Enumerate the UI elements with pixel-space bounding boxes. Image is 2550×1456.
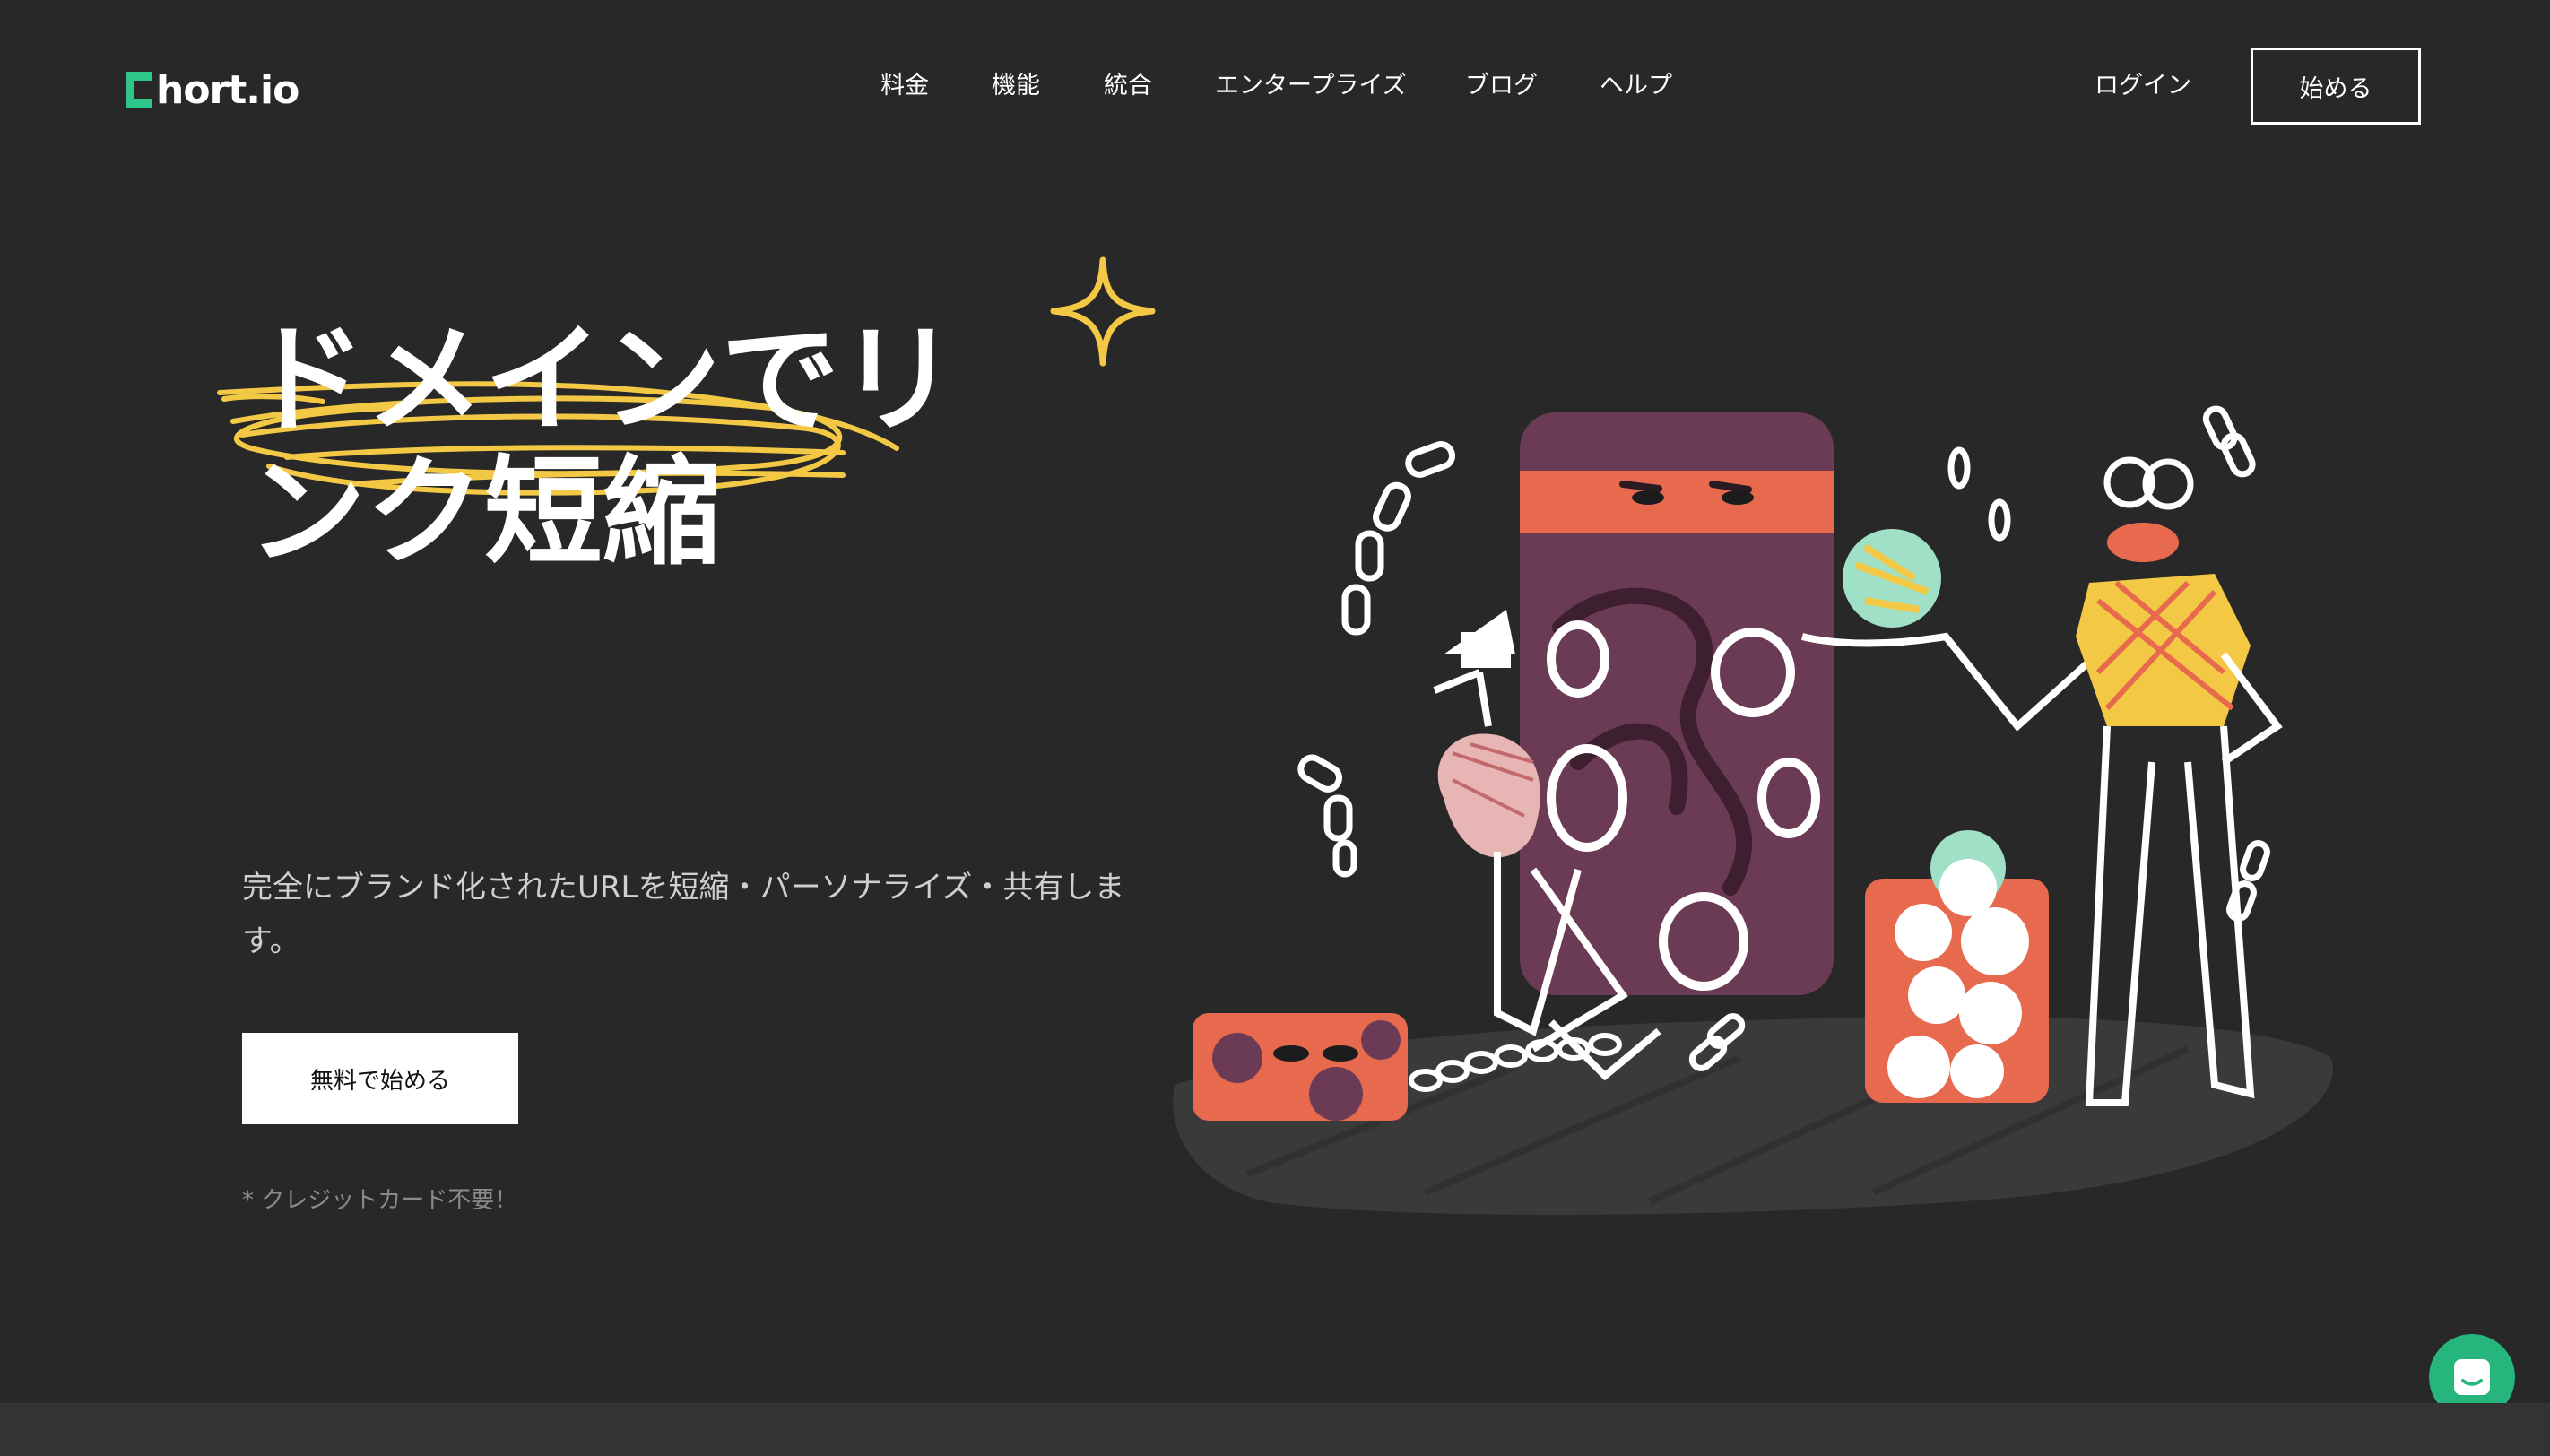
hero-title: ドメインでリ ンク短縮	[247, 314, 1019, 579]
sparkle-icon	[1050, 256, 1156, 367]
get-started-button[interactable]: 始める	[2251, 48, 2421, 125]
nav-item-pricing[interactable]: 料金	[880, 65, 929, 108]
chat-icon	[2454, 1359, 2490, 1395]
chain-left-top	[1297, 441, 1456, 878]
hero-title-line-2: ンク短縮	[247, 444, 721, 582]
start-free-button[interactable]: 無料で始める	[242, 1033, 518, 1124]
nav-item-features[interactable]: 機能	[992, 65, 1040, 108]
login-link[interactable]: ログイン	[2095, 65, 2191, 108]
landing-page: hort.io 料金 機能 統合 エンタープライズ ブログ ヘルプ ログイン 始…	[0, 0, 2550, 1456]
nav-item-blog[interactable]: ブログ	[1465, 65, 1538, 108]
next-section-strip	[0, 1403, 2550, 1456]
hero-description: 完全にブランド化されたURLを短縮・パーソナライズ・共有します。	[242, 870, 1125, 959]
hero-title-line-1: ドメインでリ	[247, 311, 958, 449]
no-credit-card-note: * クレジットカード不要！	[242, 1187, 518, 1214]
nav-item-enterprise[interactable]: エンタープライズ	[1215, 65, 1407, 108]
nav-item-integrations[interactable]: 統合	[1104, 65, 1152, 108]
orange-block	[1193, 1013, 1408, 1121]
hero-illustration	[1173, 405, 2333, 1215]
nav-item-help[interactable]: ヘルプ	[1600, 65, 1672, 108]
orange-container	[1865, 830, 2049, 1103]
